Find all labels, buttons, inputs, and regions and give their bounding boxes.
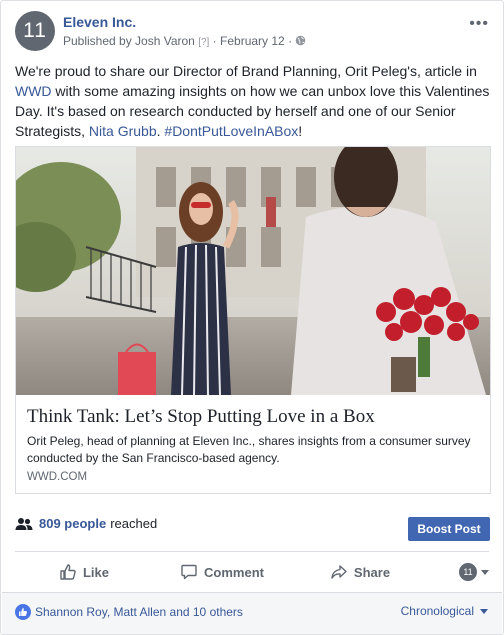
reach-count[interactable]: 809 people xyxy=(39,516,106,531)
reactions-label: Shannon Roy, Matt Allen and 10 others xyxy=(35,605,243,619)
preview-description: Orit Peleg, head of planning at Eleven I… xyxy=(27,434,471,465)
like-reaction-icon xyxy=(15,604,31,620)
post-as-selector[interactable]: 11 xyxy=(429,563,489,581)
body-text-1: We're proud to share our Director of Bra… xyxy=(15,63,477,79)
boost-post-button[interactable]: Boost Post xyxy=(408,517,490,541)
comment-button[interactable]: Comment xyxy=(153,563,291,581)
reach-suffix: reached xyxy=(110,516,158,531)
share-icon xyxy=(331,565,347,579)
preview-photo-illustration xyxy=(16,147,490,395)
body-text-4: ! xyxy=(298,123,303,139)
hashtag-link[interactable]: #DontPutLoveInABox xyxy=(164,123,298,139)
post-body: We're proud to share our Director of Bra… xyxy=(15,61,491,141)
reach-row: 809 people reached xyxy=(15,516,157,531)
reactions-summary[interactable]: Shannon Roy, Matt Allen and 10 others xyxy=(15,604,243,620)
nita-grubb-link[interactable]: Nita Grubb xyxy=(89,123,157,139)
post-date[interactable]: February 12 xyxy=(220,34,285,48)
preview-image[interactable] xyxy=(16,147,490,395)
preview-title[interactable]: Think Tank: Let’s Stop Putting Love in a… xyxy=(27,406,375,428)
reactions-footer: Shannon Roy, Matt Allen and 10 others Ch… xyxy=(2,592,502,634)
like-label: Like xyxy=(82,564,109,580)
meta-separator: · xyxy=(212,34,217,48)
comment-icon xyxy=(181,564,197,580)
chevron-down-icon xyxy=(481,569,489,575)
help-marker[interactable]: [?] xyxy=(198,37,209,48)
sort-label: Chronological xyxy=(400,604,474,618)
preview-domain: WWD.COM xyxy=(27,471,88,483)
post-card: 11 Eleven Inc. Published by Josh Varon [… xyxy=(0,0,504,635)
people-icon xyxy=(15,517,33,530)
post-header: 11 Eleven Inc. Published by Josh Varon [… xyxy=(15,11,489,53)
chevron-down-icon xyxy=(480,608,488,614)
page-name-link[interactable]: Eleven Inc. xyxy=(63,14,136,30)
page-avatar[interactable]: 11 xyxy=(15,11,55,51)
like-button[interactable]: Like xyxy=(15,563,153,581)
comment-sort-dropdown[interactable]: Chronological xyxy=(401,604,488,618)
share-label: Share xyxy=(353,564,391,580)
post-meta: Published by Josh Varon [?] · February 1… xyxy=(63,34,306,48)
meta-separator-2: · xyxy=(288,34,293,48)
actor-avatar: 11 xyxy=(459,563,477,581)
share-button[interactable]: Share xyxy=(291,563,429,581)
link-preview[interactable]: Think Tank: Let’s Stop Putting Love in a… xyxy=(15,146,491,494)
comment-label: Comment xyxy=(204,564,264,580)
more-options-icon[interactable]: ••• xyxy=(469,15,489,33)
published-by[interactable]: Published by Josh Varon xyxy=(63,34,195,48)
thumbs-up-icon xyxy=(60,564,76,580)
globe-icon[interactable] xyxy=(295,34,306,48)
action-bar: Like Comment Share 11 xyxy=(15,557,489,587)
divider xyxy=(15,551,489,552)
wwd-link[interactable]: WWD xyxy=(15,83,52,99)
